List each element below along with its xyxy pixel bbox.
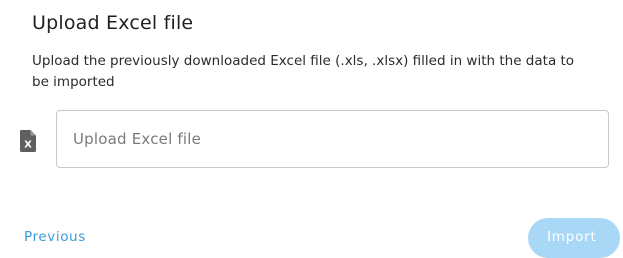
excel-file-upload-input[interactable]: Upload Excel file <box>56 110 609 168</box>
dialog-description: Upload the previously downloaded Excel f… <box>32 53 575 90</box>
upload-placeholder: Upload Excel file <box>73 130 202 148</box>
import-button-label: Import <box>547 229 597 245</box>
previous-button[interactable]: Previous <box>24 229 86 245</box>
dialog-title: Upload Excel file <box>32 12 194 34</box>
excel-file-icon: X <box>20 130 36 152</box>
excel-file-icon-letter: X <box>24 140 32 151</box>
import-button[interactable]: Import <box>528 218 620 258</box>
